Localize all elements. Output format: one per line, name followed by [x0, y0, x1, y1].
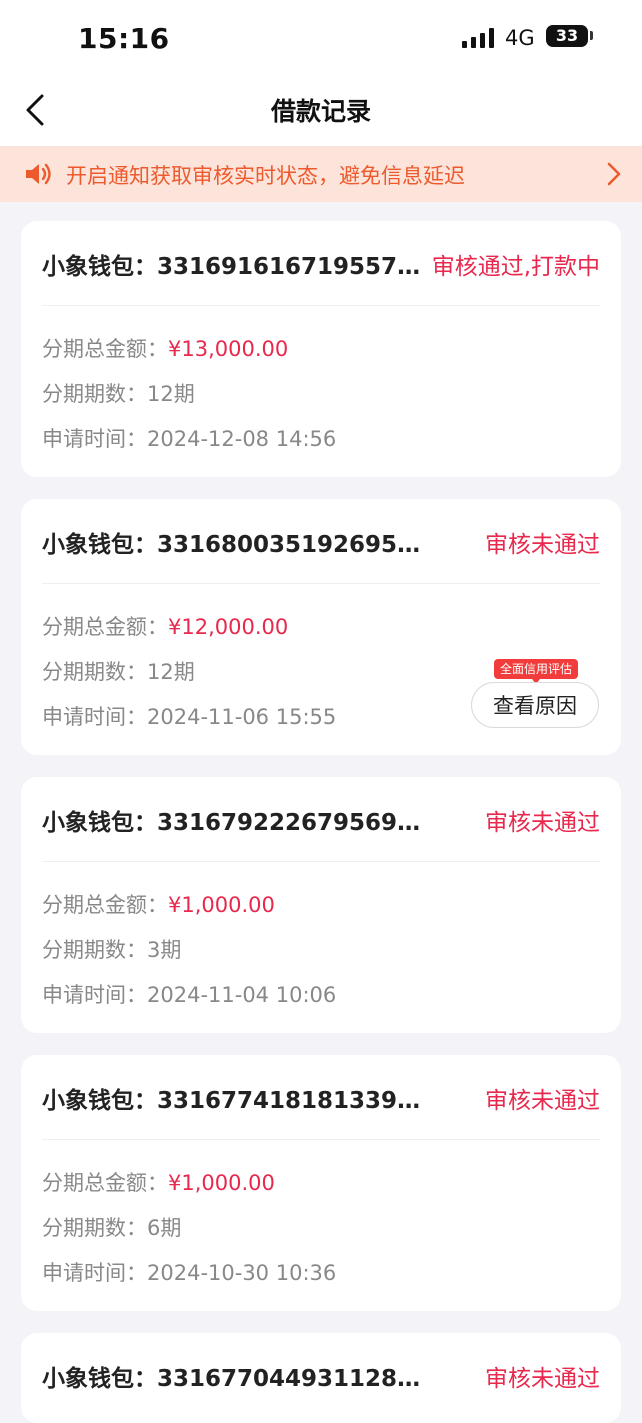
- card-header: 小象钱包：3316770449311281725446 审核未通过: [42, 1359, 600, 1392]
- status-badge: 审核未通过: [485, 532, 600, 558]
- apply-time-row: 申请时间：2024-12-08 14:56: [42, 423, 336, 453]
- card-header: 小象钱包：331679222679569588... 审核未通过: [42, 803, 600, 836]
- speaker-icon: [26, 163, 51, 185]
- status-bar: 15:16 4G 33: [0, 0, 642, 76]
- loan-record-card[interactable]: 小象钱包：331691616719557013... 审核通过,打款中 分期总金…: [21, 221, 621, 477]
- loan-id: 小象钱包：3316770449311281725446: [42, 1366, 427, 1392]
- periods-row: 分期期数：3期: [42, 934, 181, 964]
- apply-time-value: 2024-12-08 14:56: [147, 427, 337, 451]
- page-title: 借款记录: [270, 97, 371, 126]
- total-amount-row: 分期总金额：¥13,000.00: [42, 333, 288, 363]
- apply-time-row: 申请时间：2024-11-04 10:06: [42, 979, 336, 1009]
- notification-banner[interactable]: 开启通知获取审核实时状态，避免信息延迟: [0, 146, 642, 202]
- apply-time-label: 申请时间：: [42, 1261, 147, 1285]
- periods-value: 3期: [147, 938, 182, 962]
- apply-time-row: 申请时间：2024-11-06 15:55: [42, 701, 336, 731]
- apply-time-value: 2024-11-04 10:06: [147, 983, 337, 1007]
- periods-label: 分期期数：: [42, 1216, 147, 1240]
- loan-record-card[interactable]: 小象钱包：331679222679569588... 审核未通过 分期总金额：¥…: [21, 777, 621, 1033]
- apply-time-value: 2024-11-06 15:55: [147, 705, 337, 729]
- loan-id: 小象钱包：331691616719557013...: [42, 254, 427, 280]
- total-amount-label: 分期总金额：: [42, 337, 168, 361]
- total-amount-label: 分期总金额：: [42, 1171, 168, 1195]
- loan-record-card[interactable]: 小象钱包：3316770449311281725446 审核未通过: [21, 1333, 621, 1423]
- card-header: 小象钱包：331691616719557013... 审核通过,打款中: [42, 247, 600, 280]
- notice-text: 开启通知获取审核实时状态，避免信息延迟: [66, 164, 465, 188]
- status-badge: 审核未通过: [485, 1088, 600, 1114]
- loan-id: 小象钱包：3316774181813394022408: [42, 1088, 427, 1114]
- battery-icon: 33: [546, 25, 588, 47]
- total-amount-value: ¥12,000.00: [168, 615, 289, 639]
- status-badge: 审核未通过: [485, 1366, 600, 1392]
- view-reason-button[interactable]: 查看原因: [471, 682, 599, 728]
- divider: [42, 305, 600, 306]
- total-amount-row: 分期总金额：¥1,000.00: [42, 1167, 275, 1197]
- periods-row: 分期期数：12期: [42, 656, 195, 686]
- status-badge: 审核通过,打款中: [431, 254, 600, 280]
- apply-time-row: 申请时间：2024-10-30 10:36: [42, 1257, 336, 1287]
- apply-time-label: 申请时间：: [42, 983, 147, 1007]
- total-amount-value: ¥13,000.00: [168, 337, 289, 361]
- divider: [42, 583, 600, 584]
- chevron-right-icon: [607, 162, 621, 186]
- divider: [42, 1139, 600, 1140]
- total-amount-row: 分期总金额：¥1,000.00: [42, 889, 275, 919]
- loan-record-card[interactable]: 小象钱包：331680035192695574... 审核未通过 分期总金额：¥…: [21, 499, 621, 755]
- periods-row: 分期期数：6期: [42, 1212, 181, 1242]
- periods-row: 分期期数：12期: [42, 378, 195, 408]
- periods-value: 12期: [147, 660, 195, 684]
- periods-label: 分期期数：: [42, 938, 147, 962]
- total-amount-label: 分期总金额：: [42, 893, 168, 917]
- cellular-signal-icon: [462, 28, 494, 48]
- periods-label: 分期期数：: [42, 382, 147, 406]
- total-amount-value: ¥1,000.00: [168, 893, 275, 917]
- network-type: 4G: [505, 26, 535, 50]
- card-header: 小象钱包：3316774181813394022408 审核未通过: [42, 1081, 600, 1114]
- battery-tip: [590, 31, 593, 40]
- divider: [42, 861, 600, 862]
- periods-label: 分期期数：: [42, 660, 147, 684]
- status-badge: 审核未通过: [485, 810, 600, 836]
- apply-time-label: 申请时间：: [42, 705, 147, 729]
- total-amount-label: 分期总金额：: [42, 615, 168, 639]
- total-amount-value: ¥1,000.00: [168, 1171, 275, 1195]
- periods-value: 12期: [147, 382, 195, 406]
- credit-assessment-tag: 全面信用评估: [494, 659, 579, 684]
- loan-id: 小象钱包：331679222679569588...: [42, 810, 427, 836]
- status-time: 15:16: [78, 22, 170, 55]
- card-header: 小象钱包：331680035192695574... 审核未通过: [42, 525, 600, 558]
- apply-time-value: 2024-10-30 10:36: [147, 1261, 337, 1285]
- apply-time-label: 申请时间：: [42, 427, 147, 451]
- nav-bar: 借款记录: [0, 76, 642, 146]
- periods-value: 6期: [147, 1216, 182, 1240]
- loan-id: 小象钱包：331680035192695574...: [42, 532, 427, 558]
- total-amount-row: 分期总金额：¥12,000.00: [42, 611, 288, 641]
- loan-record-card[interactable]: 小象钱包：3316774181813394022408 审核未通过 分期总金额：…: [21, 1055, 621, 1311]
